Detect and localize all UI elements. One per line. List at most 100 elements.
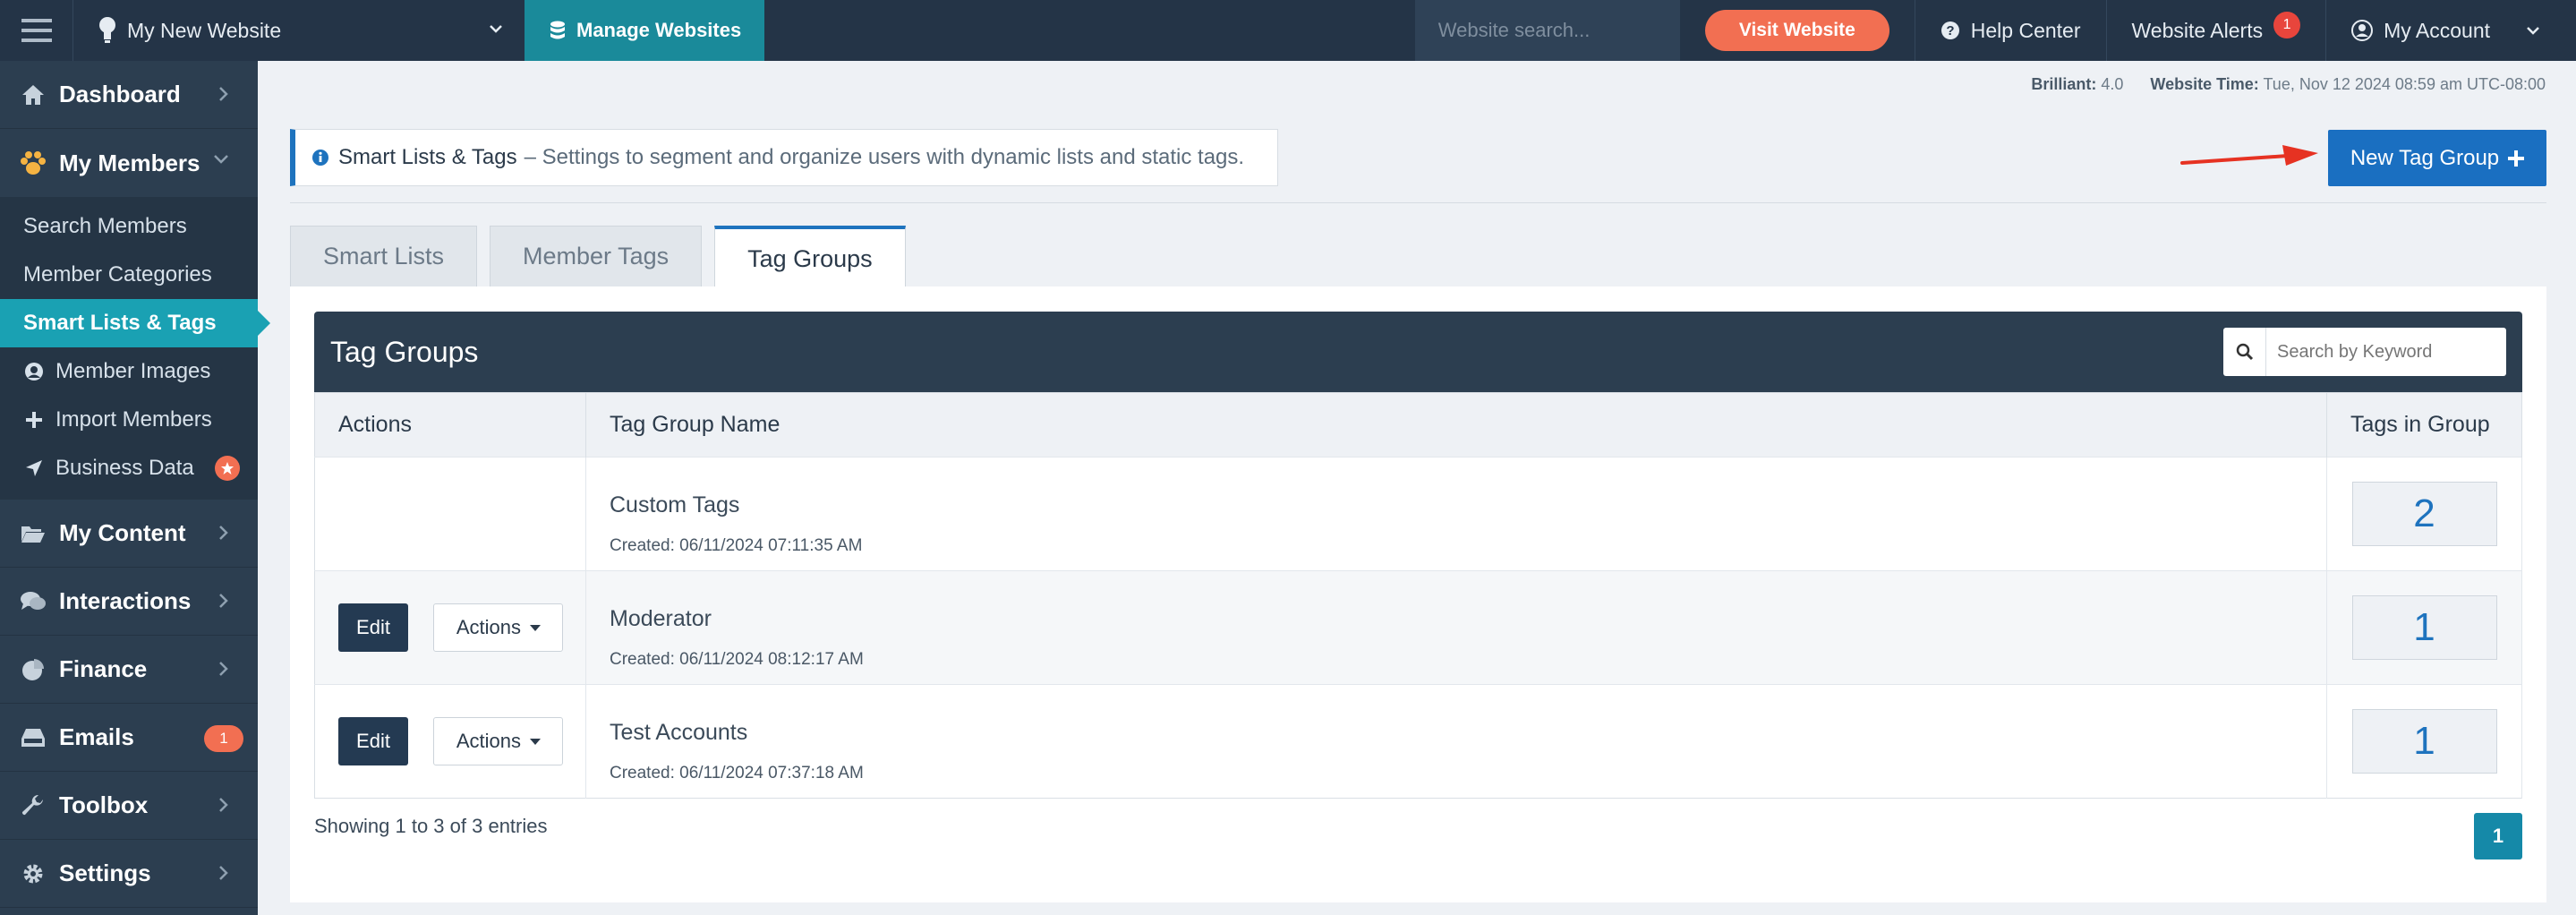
edit-button[interactable]: Edit xyxy=(338,603,408,652)
pie-chart-icon xyxy=(22,658,44,680)
tab-bar: Smart Lists Member Tags Tag Groups xyxy=(290,226,918,288)
chevron-right-icon xyxy=(219,662,228,676)
chevron-right-icon xyxy=(219,526,228,540)
sidebar-item-member-images[interactable]: Member Images xyxy=(0,347,258,396)
column-header-actions[interactable]: Actions xyxy=(314,392,586,458)
question-circle-icon: ? xyxy=(1941,21,1959,39)
table-row: Edit Actions Moderator Created: 06/11/20… xyxy=(314,570,2522,685)
table-header-row: Actions Tag Group Name Tags in Group xyxy=(314,392,2522,458)
visit-website-button[interactable]: Visit Website xyxy=(1704,10,1889,51)
page-description: – Settings to segment and organize users… xyxy=(524,145,1245,169)
tag-groups-header: Tag Groups xyxy=(314,312,2522,392)
database-icon xyxy=(550,21,565,39)
edit-button[interactable]: Edit xyxy=(338,717,408,765)
sidebar-item-import-members[interactable]: Import Members xyxy=(0,396,258,444)
caret-down-icon xyxy=(530,738,542,745)
help-center-link[interactable]: ? Help Center xyxy=(1915,0,2106,61)
folder-open-icon xyxy=(21,526,45,543)
chevron-down-icon xyxy=(490,25,502,33)
column-header-tags-in-group[interactable]: Tags in Group xyxy=(2326,392,2522,458)
caret-down-icon xyxy=(530,624,542,631)
tag-group-created: Created: 06/11/2024 07:11:35 AM xyxy=(610,535,863,555)
tab-smart-lists[interactable]: Smart Lists xyxy=(290,226,478,286)
gear-icon xyxy=(23,864,43,883)
website-search-placeholder: Website search... xyxy=(1437,19,1591,41)
tab-member-tags[interactable]: Member Tags xyxy=(490,226,703,286)
plus-icon xyxy=(26,412,42,428)
sidebar-item-settings[interactable]: Settings xyxy=(0,840,258,908)
chevron-down-icon xyxy=(2527,27,2539,35)
top-bar: My New Website Manage Websites Website s… xyxy=(0,0,2576,61)
sidebar-item-interactions[interactable]: Interactions xyxy=(0,568,258,636)
svg-text:?: ? xyxy=(1946,23,1954,38)
chevron-right-icon xyxy=(219,87,228,101)
comments-icon xyxy=(21,591,46,610)
search-icon xyxy=(2236,343,2253,361)
tag-groups-panel: Tag Groups Actions Tag Group Name Tags i… xyxy=(290,286,2546,902)
paw-icon xyxy=(21,151,46,175)
wrench-icon xyxy=(21,794,43,815)
keyword-search[interactable] xyxy=(2223,328,2506,376)
lightbulb-icon xyxy=(99,17,115,43)
actions-dropdown-button[interactable]: Actions xyxy=(433,717,564,765)
tag-group-created: Created: 06/11/2024 08:12:17 AM xyxy=(610,649,864,669)
my-members-submenu: Search Members Member Categories Smart L… xyxy=(0,197,270,500)
keyword-search-input[interactable] xyxy=(2266,341,2499,363)
sidebar-item-emails[interactable]: Emails 1 xyxy=(0,704,258,772)
pagination-page-button[interactable]: 1 xyxy=(2474,813,2522,859)
table-row: Custom Tags Created: 06/11/2024 07:11:35… xyxy=(314,457,2522,571)
table-row: Edit Actions Test Accounts Created: 06/1… xyxy=(314,684,2522,799)
star-badge xyxy=(215,456,240,481)
version-time-info: Brilliant: 4.0 Website Time: Tue, Nov 12… xyxy=(2031,75,2546,93)
website-name: My New Website xyxy=(127,18,282,42)
sidebar-item-business-data[interactable]: Business Data xyxy=(0,444,258,492)
new-tag-group-button[interactable]: New Tag Group xyxy=(2328,130,2546,186)
chevron-right-icon xyxy=(219,866,228,880)
page-info-box: Smart Lists & Tags – Settings to segment… xyxy=(290,129,1278,186)
tags-count-button[interactable]: 2 xyxy=(2351,482,2497,546)
manage-websites-label: Manage Websites xyxy=(576,19,742,41)
tab-tag-groups[interactable]: Tag Groups xyxy=(714,226,906,288)
user-circle-icon xyxy=(2351,20,2374,41)
hamburger-icon xyxy=(21,19,52,42)
panel-title: Tag Groups xyxy=(330,335,479,368)
tag-groups-table: Actions Tag Group Name Tags in Group Cus… xyxy=(314,392,2522,799)
chevron-right-icon xyxy=(219,594,228,608)
column-header-name[interactable]: Tag Group Name xyxy=(585,392,2327,458)
sidebar-item-toolbox[interactable]: Toolbox xyxy=(0,772,258,840)
sidebar-item-search-members[interactable]: Search Members xyxy=(0,202,258,251)
entries-summary: Showing 1 to 3 of 3 entries xyxy=(314,815,548,837)
sidebar-item-member-categories[interactable]: Member Categories xyxy=(0,251,258,299)
emails-count-badge: 1 xyxy=(204,725,243,752)
sidebar: Dashboard My Members Search Members Memb… xyxy=(0,61,270,915)
annotation-arrow-icon xyxy=(2180,145,2318,166)
page-title: Smart Lists & Tags xyxy=(338,145,517,169)
tags-count-button[interactable]: 1 xyxy=(2351,595,2497,660)
sidebar-item-my-content[interactable]: My Content xyxy=(0,500,258,568)
website-alerts-link[interactable]: Website Alerts 1 xyxy=(2107,0,2326,61)
sidebar-item-my-members[interactable]: My Members xyxy=(0,129,258,197)
alerts-count-badge: 1 xyxy=(2273,12,2301,38)
location-arrow-icon xyxy=(26,460,42,476)
plus-icon xyxy=(2508,150,2525,167)
sidebar-item-finance[interactable]: Finance xyxy=(0,636,258,704)
website-search-input[interactable]: Website search... xyxy=(1414,0,1680,61)
info-circle-icon xyxy=(312,150,328,166)
menu-toggle-button[interactable] xyxy=(0,0,73,61)
sidebar-item-smart-lists-tags[interactable]: Smart Lists & Tags xyxy=(0,299,270,347)
chevron-right-icon xyxy=(219,798,228,812)
inbox-icon xyxy=(21,728,45,747)
star-icon xyxy=(221,462,234,475)
tag-group-created: Created: 06/11/2024 07:37:18 AM xyxy=(610,763,864,782)
sidebar-item-dashboard[interactable]: Dashboard xyxy=(0,61,258,129)
home-icon xyxy=(22,84,44,105)
tag-group-name: Custom Tags xyxy=(610,492,740,517)
actions-dropdown-button[interactable]: Actions xyxy=(433,603,564,652)
chevron-down-icon xyxy=(214,155,228,164)
manage-websites-button[interactable]: Manage Websites xyxy=(525,0,764,61)
tag-group-name: Moderator xyxy=(610,605,712,631)
website-selector[interactable]: My New Website xyxy=(73,0,525,61)
my-account-menu[interactable]: My Account xyxy=(2326,0,2576,61)
user-circle-icon xyxy=(25,363,43,381)
tags-count-button[interactable]: 1 xyxy=(2351,709,2497,774)
